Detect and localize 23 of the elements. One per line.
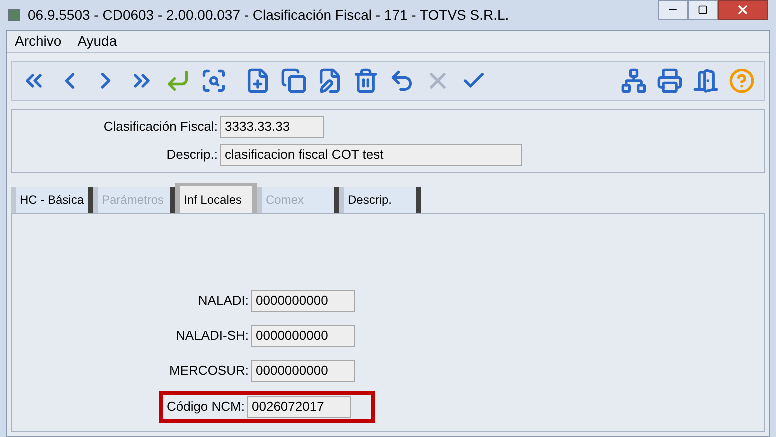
- maximize-button[interactable]: [688, 0, 718, 20]
- tab[interactable]: HC - Básica: [11, 187, 93, 213]
- field-label: Clasificación Fiscal:: [102, 118, 219, 136]
- field-label: Descrip.:: [166, 146, 219, 164]
- text-field[interactable]: 0000000000: [251, 360, 355, 382]
- text-field[interactable]: 0000000000: [251, 325, 355, 347]
- text-field[interactable]: 0000000000: [251, 290, 355, 312]
- field-label: NALADI:: [197, 292, 250, 310]
- text-field[interactable]: 3333.33.33: [220, 116, 324, 138]
- field-label: NALADI-SH:: [175, 327, 250, 346]
- field-label: MERCOSUR:: [168, 362, 250, 380]
- field-label: Código NCM:: [166, 398, 246, 416]
- text-field[interactable]: 0026072017: [247, 396, 351, 418]
- text-field[interactable]: clasificacion fiscal COT test: [220, 144, 522, 166]
- app-icon: [8, 9, 20, 21]
- close-icon: [736, 3, 750, 17]
- tab[interactable]: Inf Locales: [175, 183, 257, 213]
- window-title: 06.9.5503 - CD0603 - 2.00.00.037 - Clasificación Fiscal - 171 - TOTVS S.R.L.: [28, 6, 510, 24]
- menu-item[interactable]: Archivo: [15, 31, 62, 52]
- maximize-icon: [698, 5, 708, 15]
- close-button[interactable]: [718, 0, 768, 20]
- tab[interactable]: Descrip.: [339, 187, 421, 213]
- menu-item[interactable]: Ayuda: [78, 31, 118, 52]
